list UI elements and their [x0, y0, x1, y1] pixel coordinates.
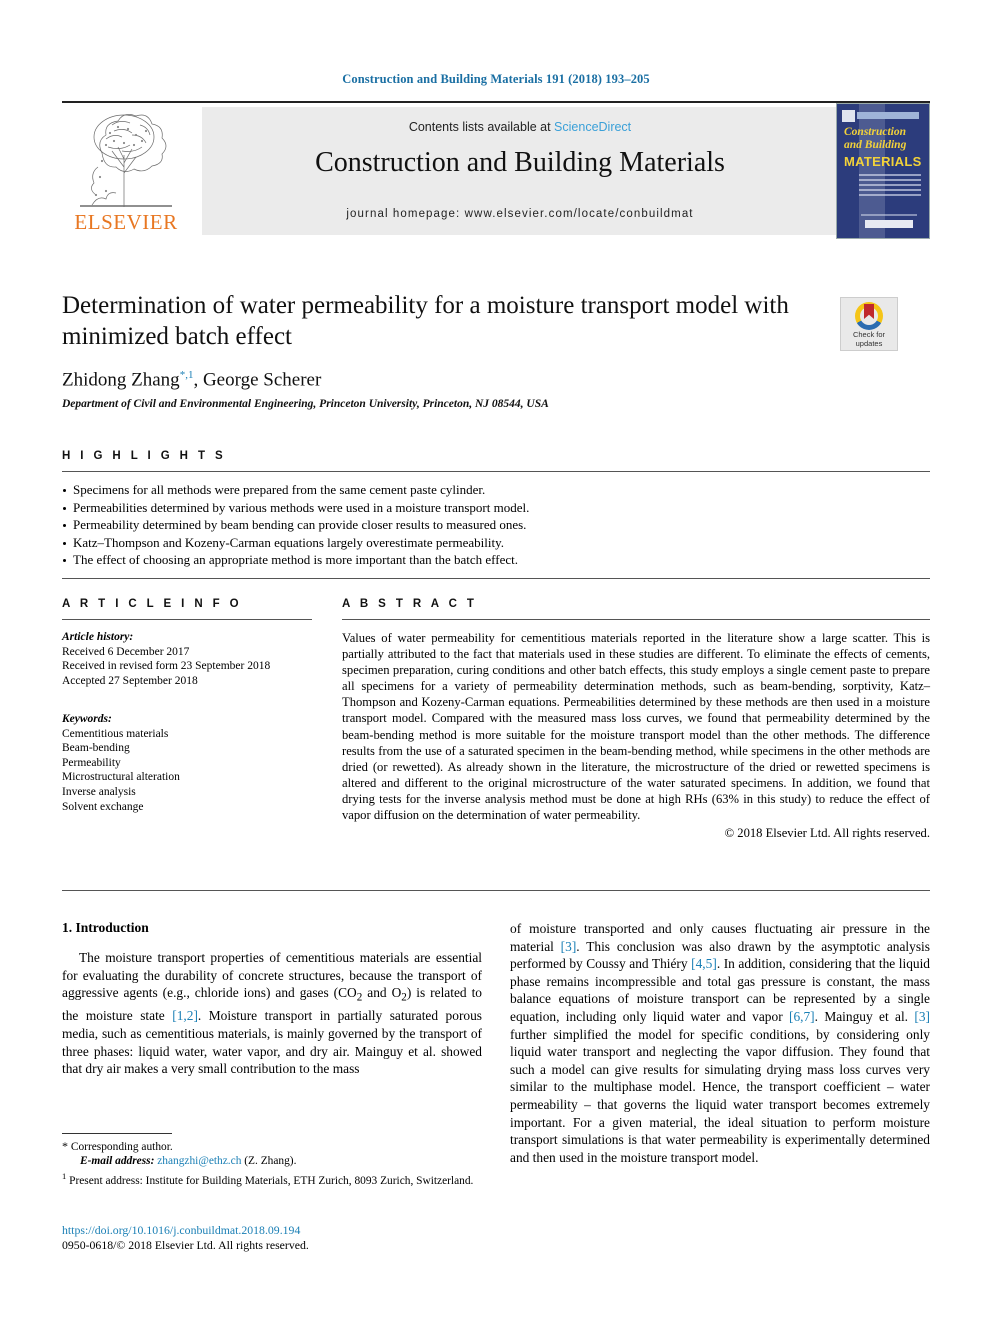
issn-copyright-line: 0950-0618/© 2018 Elsevier Ltd. All right…	[62, 1238, 309, 1252]
highlights-divider	[62, 471, 930, 472]
cover-title-line2: and Building	[844, 139, 907, 151]
email-link[interactable]: zhangzhi@ethz.ch	[157, 1155, 241, 1167]
intro-paragraph-left: The moisture transport properties of cem…	[62, 949, 482, 1078]
crossmark-label-line2: updates	[855, 338, 883, 348]
crossmark-ring-icon	[855, 302, 883, 330]
footnote-present-address-text: Present address: Institute for Building …	[69, 1174, 474, 1187]
abstract-text: Values of water permeability for cementi…	[342, 631, 930, 823]
intro-text-b: and O	[362, 985, 402, 1001]
keyword-item: Inverse analysis	[62, 785, 136, 798]
keyword-item: Microstructural alteration	[62, 771, 180, 784]
cover-stripe	[859, 104, 885, 238]
author-primary: Zhidong Zhang	[62, 369, 180, 391]
article-info-section: A R T I C L E I N F O Article history: R…	[62, 598, 312, 814]
citation-link[interactable]: [4,5]	[691, 956, 717, 971]
article-history: Article history: Received 6 December 201…	[62, 630, 312, 688]
article-history-label: Article history:	[62, 631, 134, 643]
journal-cover-thumbnail: Construction and Building MATERIALS	[836, 103, 930, 239]
journal-article-page: Construction and Building Materials 191 …	[0, 0, 992, 1323]
cover-publisher-badge-icon	[842, 110, 855, 122]
keyword-item: Permeability	[62, 756, 121, 769]
keyword-item: Beam-bending	[62, 742, 130, 755]
cover-footer-rule	[861, 214, 917, 216]
keywords-label: Keywords:	[62, 713, 112, 725]
intro-right-text-5: further simplified the model for specifi…	[510, 1026, 930, 1165]
abstract-section: A B S T R A C T Values of water permeabi…	[342, 598, 930, 841]
journal-masthead: ELSEVIER Contents lists available at Sci…	[62, 101, 930, 240]
highlights-list: Specimens for all methods were prepared …	[62, 481, 930, 569]
doi-link[interactable]: https://doi.org/10.1016/j.conbuildmat.20…	[62, 1223, 482, 1238]
elsevier-logo: ELSEVIER	[62, 107, 190, 235]
elsevier-wordmark: ELSEVIER	[74, 210, 178, 234]
footnotes-block: * Corresponding author. E-mail address: …	[62, 1133, 482, 1188]
asterisk-icon: *	[62, 1139, 68, 1153]
author-marks[interactable]: *,1	[180, 369, 194, 381]
cover-topbar	[857, 112, 919, 119]
footnote-marker: 1	[62, 1170, 67, 1181]
highlights-heading: H I G H L I G H T S	[62, 450, 227, 462]
list-item: Katz–Thompson and Kozeny-Carman equation…	[62, 534, 930, 552]
journal-homepage-line[interactable]: journal homepage: www.elsevier.com/locat…	[202, 208, 838, 220]
cover-title-line1: Construction	[844, 126, 906, 138]
highlights-bottom-divider	[62, 578, 930, 579]
body-column-right: of moisture transported and only causes …	[510, 920, 930, 1166]
journal-title: Construction and Building Materials	[315, 147, 725, 178]
abstract-divider	[342, 619, 930, 620]
keywords-block: Keywords: Cementitious materials Beam-be…	[62, 712, 312, 814]
list-item: Specimens for all methods were prepared …	[62, 481, 930, 499]
citation-link[interactable]: [3]	[561, 939, 577, 954]
crossmark-bookmark-icon	[864, 304, 874, 319]
email-label: E-mail address:	[80, 1155, 155, 1168]
footnote-corresponding-author: * Corresponding author.	[62, 1139, 482, 1154]
title-block: Determination of water permeability for …	[62, 290, 832, 410]
doi-block: https://doi.org/10.1016/j.conbuildmat.20…	[62, 1223, 482, 1253]
keyword-item: Solvent exchange	[62, 800, 144, 813]
running-head: Construction and Building Materials 191 …	[342, 72, 650, 86]
citation-link[interactable]: [3]	[914, 1009, 930, 1024]
contents-prefix: Contents lists available at	[408, 120, 555, 134]
affiliation: Department of Civil and Environmental En…	[62, 398, 549, 411]
author-list: Zhidong Zhang*,1, George Scherer	[62, 369, 832, 391]
elsevier-tree-icon	[80, 114, 172, 207]
abstract-heading: A B S T R A C T	[342, 598, 478, 610]
author-secondary: , George Scherer	[193, 369, 322, 391]
crossmark-badge[interactable]: Check for updates	[840, 297, 898, 351]
journal-band: Contents lists available at ScienceDirec…	[202, 107, 838, 235]
intro-right-text-4: . Mainguy et al.	[814, 1008, 915, 1024]
list-item: Permeability determined by beam bending …	[62, 516, 930, 534]
citation-link[interactable]: [1,2]	[172, 1008, 198, 1023]
cover-title-line3: MATERIALS	[844, 154, 922, 169]
footnote-present-address: 1 Present address: Institute for Buildin…	[62, 1169, 482, 1188]
abstract-bottom-divider	[62, 890, 930, 891]
body-column-left: 1. Introduction The moisture transport p…	[62, 920, 482, 1078]
footnote-email: E-mail address: zhangzhi@ethz.ch (Z. Zha…	[62, 1154, 482, 1168]
contents-lists-line: Contents lists available at ScienceDirec…	[202, 120, 838, 134]
footnote-corresponding-text: Corresponding author.	[70, 1141, 173, 1153]
list-item: Permeabilities determined by various met…	[62, 499, 930, 517]
list-item: The effect of choosing an appropriate me…	[62, 551, 930, 569]
abstract-copyright: © 2018 Elsevier Ltd. All rights reserved…	[724, 826, 930, 841]
sciencedirect-link[interactable]: ScienceDirect	[554, 120, 631, 134]
article-history-received: Received 6 December 2017	[62, 645, 190, 658]
article-info-divider	[62, 619, 312, 620]
citation-link[interactable]: [6,7]	[789, 1009, 815, 1024]
article-history-revised: Received in revised form 23 September 20…	[62, 660, 271, 672]
article-history-accepted: Accepted 27 September 2018	[62, 674, 198, 687]
highlights-section: H I G H L I G H T S Specimens for all me…	[62, 450, 930, 569]
cover-footer-logo	[865, 220, 913, 228]
article-info-heading: A R T I C L E I N F O	[62, 598, 243, 610]
section-heading-introduction: 1. Introduction	[62, 920, 149, 935]
keyword-item: Cementitious materials	[62, 727, 169, 740]
footnote-divider	[62, 1133, 172, 1134]
intro-paragraph-right: of moisture transported and only causes …	[510, 920, 930, 1166]
page-title: Determination of water permeability for …	[62, 292, 789, 350]
cover-blurb-lines	[859, 174, 921, 199]
email-suffix: (Z. Zhang).	[241, 1155, 297, 1168]
